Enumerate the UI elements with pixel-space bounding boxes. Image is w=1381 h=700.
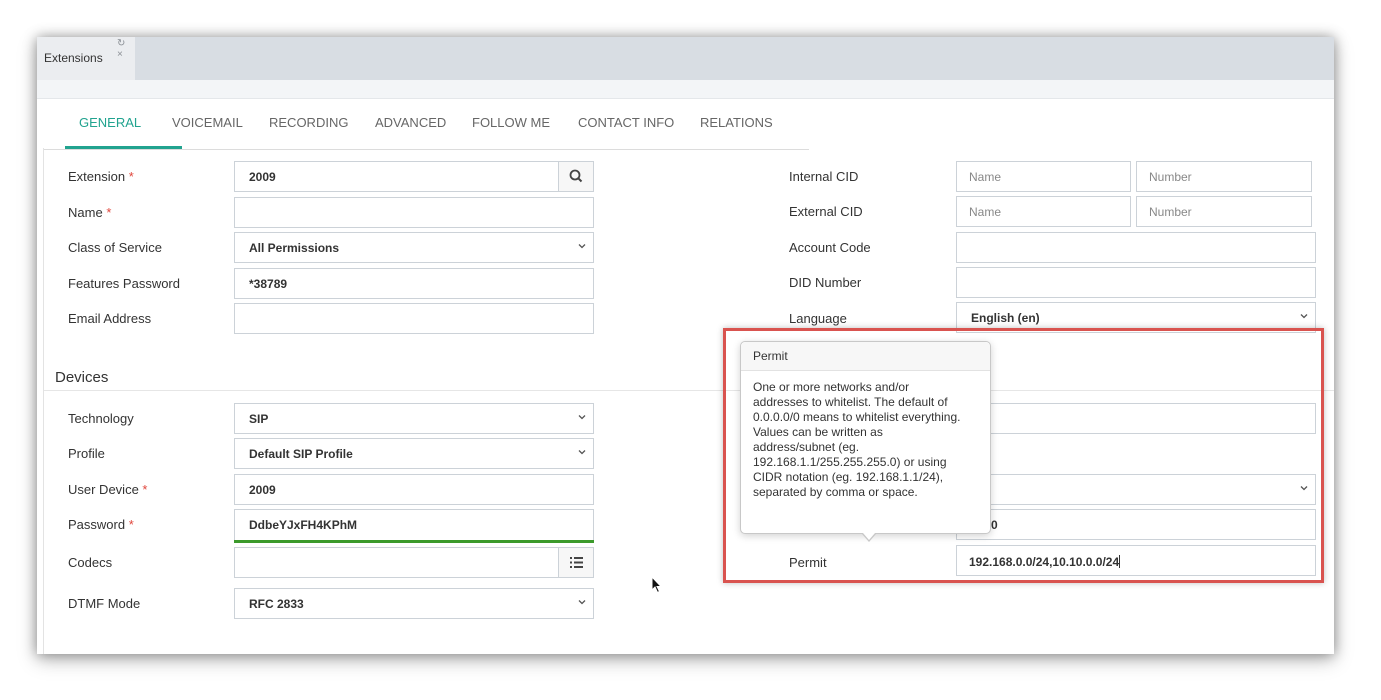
external-cid-label: External CID: [789, 204, 863, 219]
did-number-input[interactable]: [956, 267, 1316, 298]
tab-voicemail[interactable]: VOICEMAIL: [172, 115, 243, 130]
tooltip-arrow-fill: [863, 533, 875, 540]
mouse-cursor-icon: [651, 575, 663, 597]
dtmf-mode-value: RFC 2833: [249, 597, 304, 611]
tooltip-line: addresses to whitelist. The default of: [753, 395, 948, 409]
user-device-input[interactable]: 2009: [234, 474, 594, 505]
tooltip-title: Permit: [741, 342, 990, 371]
name-input[interactable]: [234, 197, 594, 228]
external-cid-name-input[interactable]: Name: [956, 196, 1131, 227]
email-address-label: Email Address: [68, 311, 152, 326]
external-cid-number-placeholder: Number: [1149, 205, 1192, 219]
extension-search-button[interactable]: [558, 162, 593, 191]
devices-section-title: Devices: [55, 369, 109, 386]
language-label: Language: [789, 311, 847, 326]
chevron-down-icon: [577, 241, 587, 251]
permit-tooltip: Permit One or more networks and/or addre…: [740, 341, 991, 542]
chevron-down-icon: [577, 597, 587, 607]
tooltip-line: Values can be written as: [753, 425, 883, 439]
window-tab-label: Extensions: [44, 51, 103, 65]
user-device-value: 2009: [249, 483, 276, 497]
internal-cid-label: Internal CID: [789, 169, 859, 184]
codecs-list-button[interactable]: [558, 548, 593, 577]
user-device-label: User Device *: [68, 482, 148, 497]
window-tab-bar: ↻ × Extensions: [37, 37, 1334, 80]
tab-refresh-close-icons[interactable]: ↻ ×: [117, 38, 135, 60]
internal-cid-number-placeholder: Number: [1149, 170, 1192, 184]
dtmf-mode-select[interactable]: RFC 2833: [234, 588, 594, 619]
tooltip-line: 192.168.1.1/255.255.255.0) or using: [753, 455, 947, 469]
tooltip-line: One or more networks and/or: [753, 380, 910, 394]
form-tabs: GENERAL VOICEMAIL RECORDING ADVANCED FOL…: [44, 98, 809, 150]
password-label: Password *: [68, 517, 134, 532]
password-input[interactable]: DdbeYJxFH4KPhM: [234, 509, 594, 540]
tab-advanced[interactable]: ADVANCED: [375, 115, 446, 130]
features-password-value: *38789: [249, 277, 288, 291]
email-address-input[interactable]: [234, 303, 594, 334]
tab-recording[interactable]: RECORDING: [269, 115, 348, 130]
tooltip-line: address/subnet (eg.: [753, 440, 860, 454]
external-cid-number-input[interactable]: Number: [1136, 196, 1312, 227]
features-password-input[interactable]: *38789: [234, 268, 594, 299]
tooltip-line: separated by comma or space.: [753, 485, 918, 499]
tooltip-line: 0.0.0.0/0 means to whitelist everything.: [753, 410, 961, 424]
class-of-service-label: Class of Service: [68, 240, 162, 255]
tab-general[interactable]: GENERAL: [79, 115, 141, 130]
internal-cid-name-placeholder: Name: [969, 170, 1002, 184]
technology-value: SIP: [249, 412, 269, 426]
features-password-label: Features Password: [68, 276, 180, 291]
class-of-service-select[interactable]: All Permissions: [234, 232, 594, 263]
toolbar-strip: [37, 80, 1334, 99]
language-value: English (en): [971, 311, 1040, 325]
chevron-down-icon: [1299, 311, 1309, 321]
account-code-input[interactable]: [956, 232, 1316, 263]
password-value: DdbeYJxFH4KPhM: [249, 518, 358, 532]
external-cid-name-placeholder: Name: [969, 205, 1002, 219]
search-icon: [569, 169, 583, 183]
list-icon: [570, 557, 583, 568]
account-code-label: Account Code: [789, 240, 871, 255]
tab-follow-me[interactable]: FOLLOW ME: [472, 115, 550, 130]
password-strength-bar: [234, 540, 594, 543]
extensions-window-tab[interactable]: ↻ × Extensions: [37, 37, 135, 80]
internal-cid-name-input[interactable]: Name: [956, 161, 1131, 192]
tab-relations[interactable]: RELATIONS: [700, 115, 773, 130]
tooltip-line: CIDR notation (eg. 192.168.1.1/24),: [753, 470, 944, 484]
dtmf-mode-label: DTMF Mode: [68, 596, 141, 611]
did-number-label: DID Number: [789, 275, 862, 290]
tab-contact-info[interactable]: CONTACT INFO: [578, 115, 674, 130]
name-label: Name *: [68, 205, 112, 220]
extension-label: Extension *: [68, 169, 134, 184]
chevron-down-icon: [577, 412, 587, 422]
internal-cid-number-input[interactable]: Number: [1136, 161, 1312, 192]
extension-value: 2009: [249, 170, 276, 184]
codecs-input[interactable]: [234, 547, 594, 578]
chevron-down-icon: [577, 447, 587, 457]
active-tab-indicator: [65, 146, 182, 149]
profile-value: Default SIP Profile: [249, 447, 353, 461]
class-of-service-value: All Permissions: [249, 241, 340, 255]
technology-label: Technology: [68, 411, 134, 426]
tooltip-body: One or more networks and/or addresses to…: [753, 380, 989, 500]
technology-select[interactable]: SIP: [234, 403, 594, 434]
extension-input[interactable]: 2009: [234, 161, 594, 192]
codecs-label: Codecs: [68, 555, 113, 570]
profile-select[interactable]: Default SIP Profile: [234, 438, 594, 469]
content-left-border: [43, 148, 44, 654]
profile-label: Profile: [68, 446, 105, 461]
